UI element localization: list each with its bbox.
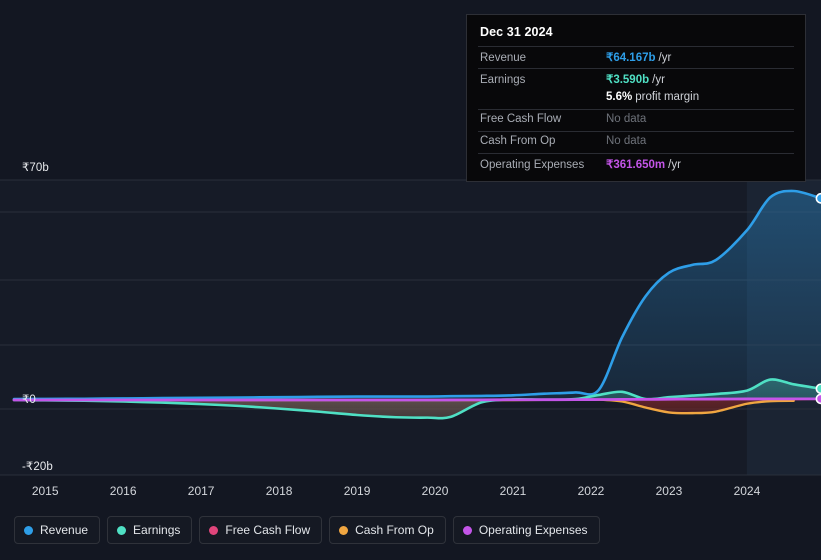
legend-item-label: Revenue [40, 523, 89, 537]
tooltip-row-value: No data [606, 113, 647, 125]
legend-color-dot-icon [209, 525, 219, 535]
tooltip-row-suffix: /yr [658, 52, 672, 64]
legend-item-label: Earnings [133, 523, 181, 537]
tooltip-row: Cash From Op No data [478, 131, 794, 153]
tooltip-date: Dec 31 2024 [480, 25, 553, 39]
chart-legend[interactable]: Revenue Earnings Free Cash Flow Cash From O… [14, 516, 600, 544]
legend-color-dot-icon [117, 525, 127, 535]
tooltip-row: 5.6% profit margin [478, 90, 794, 109]
x-axis-tick-label: 2018 [265, 484, 293, 498]
legend-item-label: Operating Expenses [478, 523, 588, 537]
y-axis-tick-label: ₹0 [22, 394, 36, 406]
x-axis-tick-label: 2020 [421, 484, 449, 498]
x-axis-tick-label: 2017 [187, 484, 215, 498]
tooltip-row-label: Free Cash Flow [480, 113, 562, 125]
y-axis-tick-label: ₹70b [22, 162, 49, 174]
tooltip-row-suffix: /yr [668, 159, 681, 171]
x-axis-tick-label: 2022 [577, 484, 605, 498]
tooltip-row-label: Cash From Op [480, 135, 556, 147]
legend-item-label: Free Cash Flow [225, 523, 311, 537]
tooltip-row-label: Operating Expenses [480, 159, 585, 171]
y-axis-tick-label: -₹20b [22, 461, 53, 473]
tooltip-rows: Revenue ₹64.167b/yr Earnings ₹3.590b/yr 5.6%… [478, 46, 794, 175]
tooltip-row: Earnings ₹3.590b/yr [478, 68, 794, 90]
tooltip-row-suffix: /yr [652, 74, 665, 86]
legend-item-cash-from-op[interactable]: Cash From Op [329, 516, 446, 544]
legend-item-revenue[interactable]: Revenue [14, 516, 101, 544]
x-axis-tick-label: 2024 [733, 484, 761, 498]
x-axis-tick-label: 2019 [343, 484, 371, 498]
tooltip-row-value: ₹361.650m [606, 159, 666, 171]
tooltip-row: Revenue ₹64.167b/yr [478, 46, 794, 68]
data-tooltip: Dec 31 2024 Revenue ₹64.167b/yr Earnings ₹3… [466, 14, 806, 182]
x-axis-tick-label: 2021 [499, 484, 527, 498]
tooltip-row-suffix: profit margin [635, 91, 700, 103]
tooltip-row-label: Earnings [480, 74, 526, 86]
financial-chart: ₹70b ₹0 -₹20b 2015 2016 2017 2018 2019 2020 2021… [0, 0, 821, 560]
tooltip-row: Free Cash Flow No data [478, 109, 794, 131]
tooltip-row-value: ₹3.590b [606, 74, 650, 86]
legend-item-free-cash-flow[interactable]: Free Cash Flow [199, 516, 323, 544]
legend-color-dot-icon [462, 525, 472, 535]
tooltip-row-value: ₹64.167b [606, 52, 656, 64]
tooltip-row: Operating Expenses ₹361.650m/yr [478, 153, 794, 175]
legend-item-operating-expenses[interactable]: Operating Expenses [452, 516, 600, 544]
legend-item-label: Cash From Op [355, 523, 434, 537]
tooltip-row-value: No data [606, 135, 647, 147]
legend-color-dot-icon [339, 525, 349, 535]
legend-color-dot-icon [24, 525, 33, 535]
tooltip-row-value: 5.6% [606, 91, 633, 103]
tooltip-row-label: Revenue [480, 52, 527, 64]
legend-item-earnings[interactable]: Earnings [107, 516, 193, 544]
x-axis-tick-label: 2023 [655, 484, 683, 498]
x-axis-tick-label: 2015 [31, 484, 59, 498]
x-axis-tick-label: 2016 [109, 484, 137, 498]
